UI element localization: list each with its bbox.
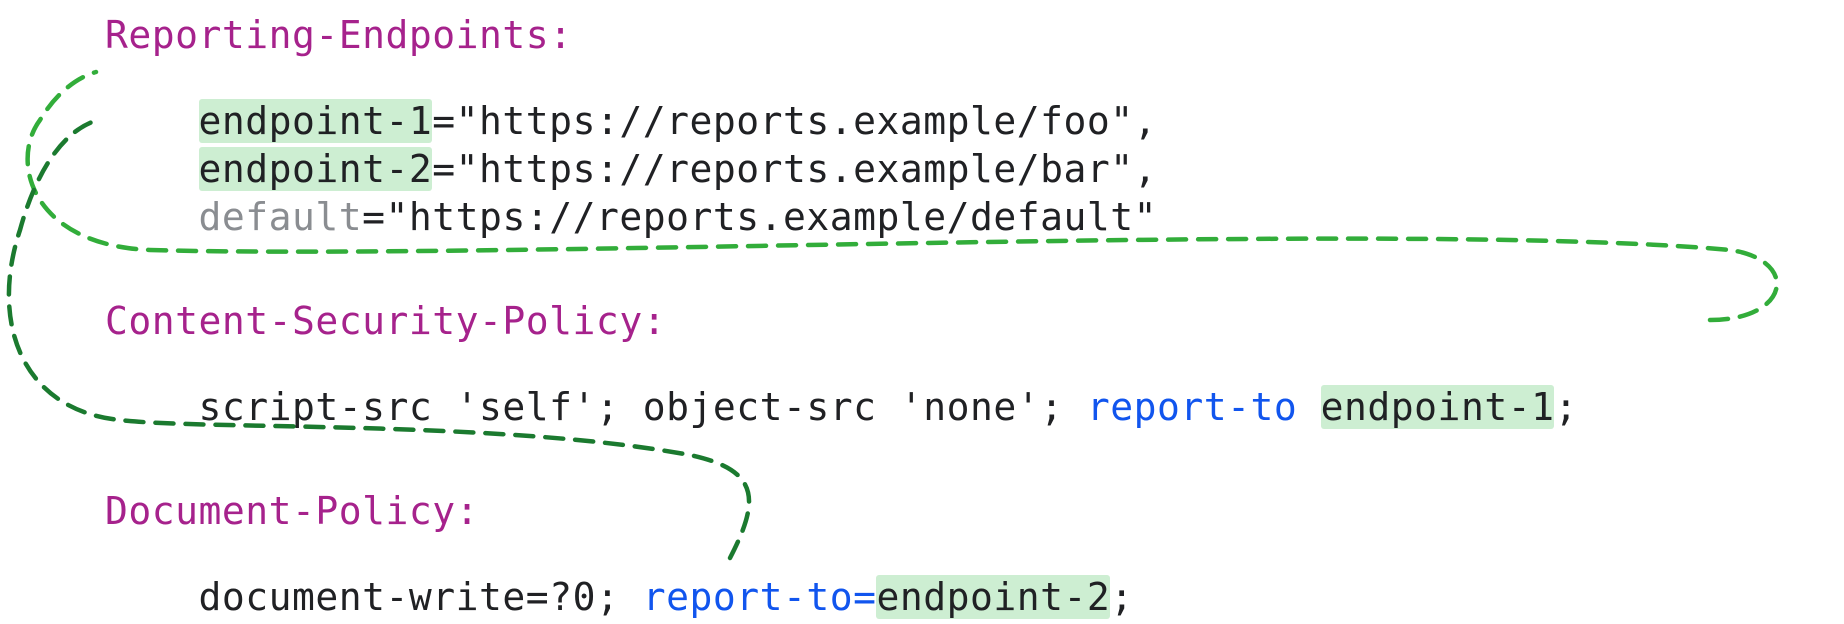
docpolicy-suffix: ; bbox=[1110, 575, 1133, 619]
docpolicy-prefix: document-write=?0; bbox=[199, 575, 643, 619]
csp-prefix: script-src 'self'; object-src 'none'; bbox=[199, 385, 1087, 429]
reporting-endpoints-header: Reporting-Endpoints: bbox=[105, 16, 573, 54]
csp-value-line: script-src 'self'; object-src 'none'; re… bbox=[105, 350, 1578, 464]
endpoint-default-line: default="https://reports.example/default… bbox=[105, 160, 1157, 274]
csp-suffix: ; bbox=[1554, 385, 1577, 429]
csp-report-to-key: report-to bbox=[1087, 385, 1321, 429]
endpoint-default-value: ="https://reports.example/default" bbox=[362, 195, 1157, 239]
csp-header: Content-Security-Policy: bbox=[105, 302, 666, 340]
docpolicy-endpoint-ref: endpoint-2 bbox=[876, 575, 1110, 619]
docpolicy-report-to-key: report-to= bbox=[643, 575, 877, 619]
endpoint-default-key: default bbox=[199, 195, 363, 239]
document-policy-value-line: document-write=?0; report-to=endpoint-2; bbox=[105, 540, 1134, 624]
diagram-canvas: Reporting-Endpoints: endpoint-1 ="https:/… bbox=[0, 0, 1844, 624]
csp-endpoint-ref: endpoint-1 bbox=[1321, 385, 1555, 429]
document-policy-header: Document-Policy: bbox=[105, 492, 479, 530]
